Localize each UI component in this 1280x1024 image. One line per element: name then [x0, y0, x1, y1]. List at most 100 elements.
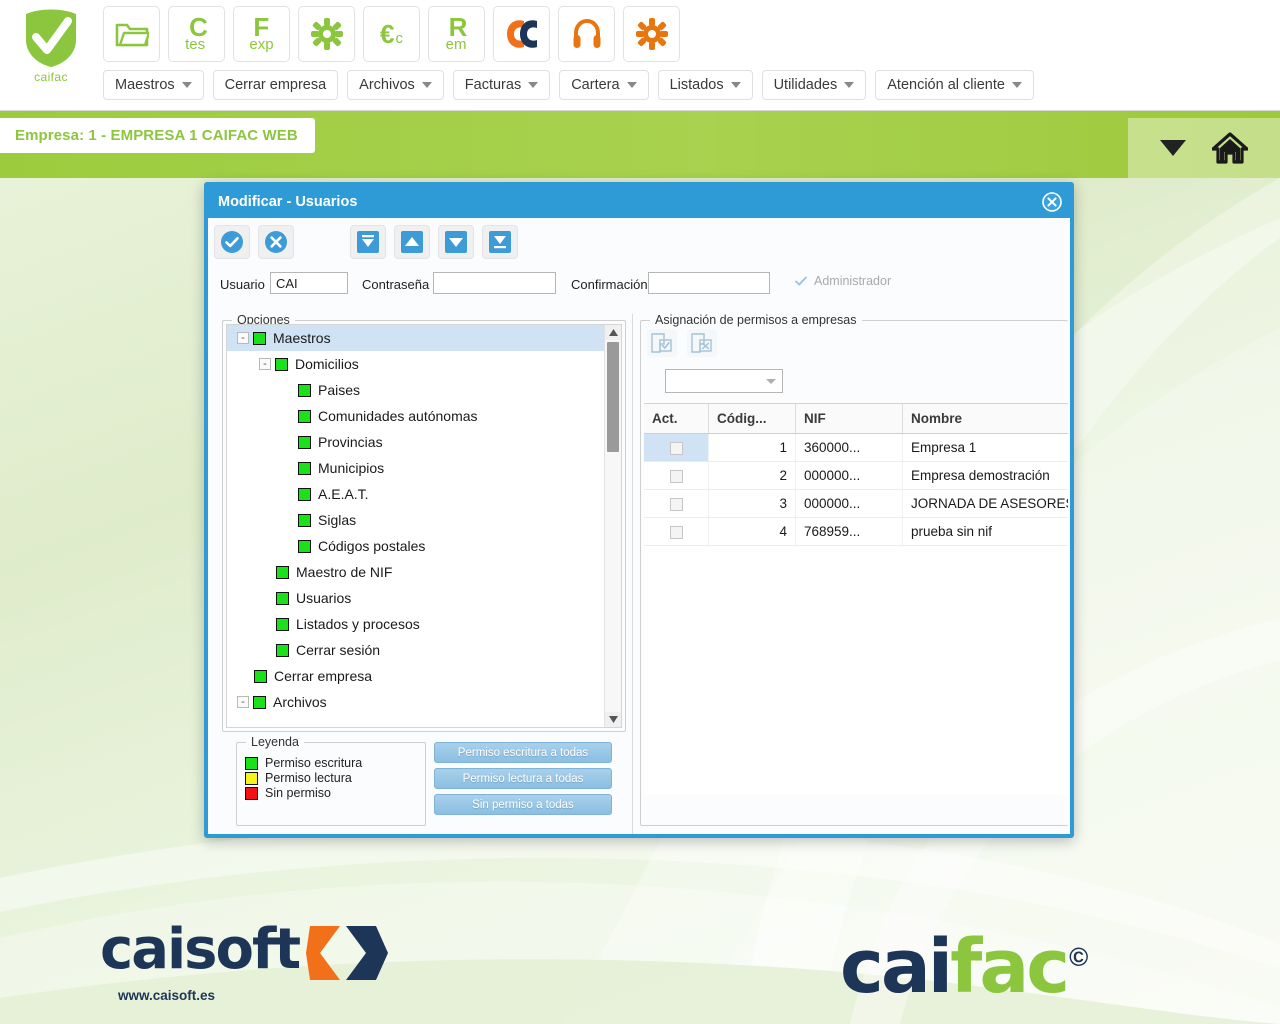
- column-header-nif[interactable]: NIF: [796, 404, 903, 434]
- menu-cartera[interactable]: Cartera: [559, 70, 648, 100]
- open-folder-icon[interactable]: [103, 6, 160, 62]
- tree-item[interactable]: -Maestros: [227, 325, 605, 351]
- menu-facturas[interactable]: Facturas: [453, 70, 550, 100]
- tree-expander-icon[interactable]: -: [237, 332, 249, 344]
- deselect-all-button[interactable]: [687, 329, 717, 357]
- row-activo-cell[interactable]: [644, 490, 709, 518]
- permission-swatch-icon[interactable]: [298, 514, 311, 527]
- row-activo-cell[interactable]: [644, 518, 709, 546]
- select-all-button[interactable]: [647, 329, 677, 357]
- tree-scrollbar-thumb[interactable]: [607, 342, 619, 452]
- euro-c-icon[interactable]: € c: [363, 6, 420, 62]
- close-icon[interactable]: [1042, 192, 1062, 212]
- green-gear-icon[interactable]: [298, 6, 355, 62]
- tree-item[interactable]: Cerrar empresa: [227, 663, 605, 689]
- sin-permiso-a-todas-button[interactable]: Sin permiso a todas: [434, 794, 612, 815]
- accept-button[interactable]: [214, 225, 250, 259]
- menu-listados[interactable]: Listados: [658, 70, 753, 100]
- scroll-down-icon[interactable]: [605, 712, 621, 727]
- tree-scrollbar[interactable]: [604, 325, 621, 727]
- row-activo-cell[interactable]: [644, 434, 709, 462]
- tree-item[interactable]: Paises: [227, 377, 605, 403]
- orange-gear-icon[interactable]: [623, 6, 680, 62]
- permission-swatch-icon[interactable]: [298, 384, 311, 397]
- tree-item[interactable]: Provincias: [227, 429, 605, 455]
- confirmacion-input[interactable]: [648, 272, 770, 294]
- row-checkbox[interactable]: [670, 442, 683, 455]
- tree-item[interactable]: - Archivos: [227, 689, 605, 715]
- column-header-nombre[interactable]: Nombre: [903, 404, 1069, 434]
- tree-item-label: Archivos: [273, 694, 327, 710]
- permission-swatch-icon[interactable]: [276, 566, 289, 579]
- fexp-icon[interactable]: F exp: [233, 6, 290, 62]
- cancel-button[interactable]: [258, 225, 294, 259]
- tree-expander-icon[interactable]: -: [237, 696, 249, 708]
- previous-record-button[interactable]: [394, 225, 430, 259]
- caifac-logo: cai fac ©: [840, 930, 1088, 1004]
- menu-atencion-al-cliente[interactable]: Atención al cliente: [875, 70, 1034, 100]
- column-header-act[interactable]: Act.: [644, 404, 709, 434]
- last-record-button[interactable]: [482, 225, 518, 259]
- permiso-escritura-a-todas-button[interactable]: Permiso escritura a todas: [434, 742, 612, 763]
- table-row[interactable]: 3000000...JORNADA DE ASESORES IV: [644, 490, 1068, 518]
- usuario-input[interactable]: [270, 272, 348, 294]
- permission-swatch-icon[interactable]: [298, 462, 311, 475]
- rem-icon[interactable]: R em: [428, 6, 485, 62]
- empresas-grid[interactable]: Act. Códig... NIF Nombre 1360000...Empre…: [644, 403, 1068, 795]
- empresa-filter-select[interactable]: [665, 369, 783, 393]
- tree-expander-icon[interactable]: -: [259, 358, 271, 370]
- chevron-down-icon[interactable]: [1160, 140, 1186, 156]
- permission-swatch-icon[interactable]: [298, 410, 311, 423]
- tree-item[interactable]: Listados y procesos: [227, 611, 605, 637]
- first-record-button[interactable]: [350, 225, 386, 259]
- permission-swatch-icon[interactable]: [253, 332, 266, 345]
- tree-item[interactable]: -Domicilios: [227, 351, 605, 377]
- menu-utilidades[interactable]: Utilidades: [762, 70, 867, 100]
- permission-swatch-icon[interactable]: [253, 696, 266, 709]
- table-row[interactable]: 1360000...Empresa 1: [644, 434, 1068, 462]
- tree-item[interactable]: Maestro de NIF: [227, 559, 605, 585]
- empresa-chip[interactable]: Empresa: 1 - EMPRESA 1 CAIFAC WEB: [0, 118, 315, 153]
- row-checkbox[interactable]: [670, 498, 683, 511]
- permission-swatch-icon[interactable]: [298, 540, 311, 553]
- row-checkbox[interactable]: [670, 526, 683, 539]
- table-row[interactable]: 4768959...prueba sin nif: [644, 518, 1068, 546]
- permission-swatch-icon[interactable]: [276, 644, 289, 657]
- menu-maestros-label: Maestros: [115, 77, 175, 93]
- home-icon[interactable]: [1212, 132, 1248, 164]
- table-row[interactable]: 2000000...Empresa demostración: [644, 462, 1068, 490]
- permission-swatch-icon[interactable]: [275, 358, 288, 371]
- tree-item[interactable]: Cerrar sesión: [227, 637, 605, 663]
- tree-item[interactable]: A.E.A.T.: [227, 481, 605, 507]
- tree-item-label: A.E.A.T.: [318, 486, 369, 502]
- dialog-title-bar[interactable]: Modificar - Usuarios: [208, 186, 1070, 218]
- menu-cerrar-empresa-label: Cerrar empresa: [225, 77, 327, 93]
- legend-color-swatch: [245, 757, 258, 770]
- menu-maestros[interactable]: Maestros: [103, 70, 204, 100]
- tree-item[interactable]: Códigos postales: [227, 533, 605, 559]
- caisoft-mark-icon[interactable]: [493, 6, 550, 62]
- scroll-up-icon[interactable]: [605, 325, 621, 340]
- column-header-codigo[interactable]: Códig...: [709, 404, 796, 434]
- row-checkbox[interactable]: [670, 470, 683, 483]
- ctes-icon[interactable]: C tes: [168, 6, 225, 62]
- permission-swatch-icon[interactable]: [254, 670, 267, 683]
- permission-swatch-icon[interactable]: [298, 436, 311, 449]
- ctes-sub: tes: [185, 38, 205, 52]
- administrador-checkbox[interactable]: Administrador: [794, 274, 891, 288]
- row-activo-cell[interactable]: [644, 462, 709, 490]
- permissions-tree[interactable]: -Maestros-DomiciliosPaisesComunidades au…: [227, 325, 605, 727]
- headset-icon[interactable]: [558, 6, 615, 62]
- contrasena-input[interactable]: [433, 272, 556, 294]
- permiso-lectura-a-todas-button[interactable]: Permiso lectura a todas: [434, 768, 612, 789]
- permission-swatch-icon[interactable]: [276, 592, 289, 605]
- tree-item[interactable]: Municipios: [227, 455, 605, 481]
- permission-swatch-icon[interactable]: [276, 618, 289, 631]
- tree-item[interactable]: Usuarios: [227, 585, 605, 611]
- menu-archivos[interactable]: Archivos: [347, 70, 444, 100]
- permission-swatch-icon[interactable]: [298, 488, 311, 501]
- tree-item[interactable]: Comunidades autónomas: [227, 403, 605, 429]
- menu-cerrar-empresa[interactable]: Cerrar empresa: [213, 70, 339, 100]
- next-record-button[interactable]: [438, 225, 474, 259]
- tree-item[interactable]: Siglas: [227, 507, 605, 533]
